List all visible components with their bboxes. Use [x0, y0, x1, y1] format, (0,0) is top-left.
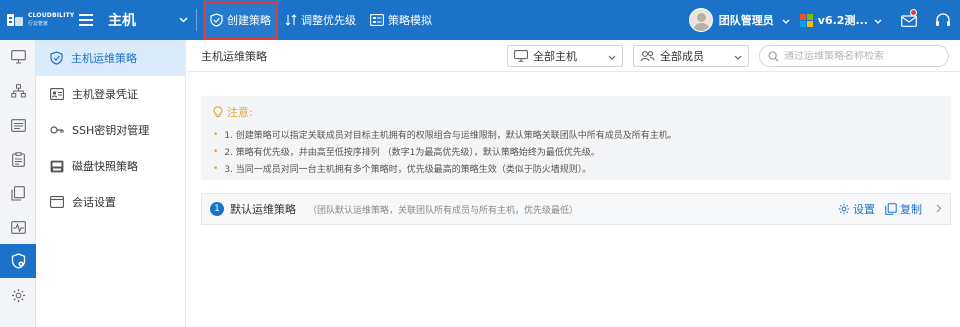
submenu-item-label: 主机运维策略	[71, 52, 137, 65]
policy-description: （团队默认运维策略，关联团队所有成员与所有主机，优先级最低）	[308, 205, 579, 216]
notice-line: • 2. 策略有优先级，并由高至低按序排列 （数字1为最高优先级），默认策略始终为…	[213, 146, 600, 159]
team-logo-icon	[799, 13, 813, 27]
chevron-down-icon	[608, 50, 616, 63]
submenu-item-label: 主机登录凭证	[72, 88, 138, 101]
module-title[interactable]: 主机	[100, 10, 170, 30]
member-filter-value: 全部成员	[660, 50, 704, 63]
policy-simulation-label: 策略模拟	[388, 14, 432, 27]
users-icon	[640, 51, 655, 62]
rail-item-clipboard[interactable]	[0, 142, 36, 176]
shield-plus-icon	[210, 13, 223, 27]
logo-text-en: CLOUDBILITY	[28, 12, 75, 19]
member-filter-select[interactable]: 全部成员	[633, 45, 749, 67]
unread-badge	[910, 9, 917, 16]
shield-check-icon	[50, 51, 63, 65]
notice-title: 注意:	[213, 104, 939, 120]
rail-item-copy[interactable]	[0, 176, 36, 210]
page-header: 主机运维策略 全部主机 全部成员	[187, 40, 960, 72]
host-filter-value: 全部主机	[533, 50, 577, 63]
messages-button[interactable]	[892, 0, 926, 40]
copy-icon	[885, 203, 897, 215]
logo-mark-icon	[6, 11, 24, 29]
toolbar-divider	[196, 9, 197, 31]
submenu-item-host-ops-policy[interactable]: 主机运维策略	[36, 40, 185, 76]
policy-simulation-button[interactable]: 策略模拟	[363, 0, 439, 40]
notice-line: • 3. 当同一成员对同一台主机拥有多个策略时，优先级最高的策略生效（类似于防火墙…	[213, 163, 592, 176]
notice-line-text: 2. 策略有优先级，并由高至低按序排列 （数字1为最高优先级），默认策略始终为最…	[224, 148, 600, 158]
submenu-item-label: 会话设置	[72, 196, 116, 209]
secondary-menu: 主机运维策略 主机登录凭证 SSH密钥对管理 磁盘快照策略 会话设置	[36, 40, 186, 327]
policy-name[interactable]: 默认运维策略	[230, 201, 296, 217]
main-content: 主机运维策略 全部主机 全部成员 注意: •1. 创建策略可以指定关联成员对目标…	[187, 40, 960, 327]
icon-rail	[0, 40, 36, 327]
rail-item-org-tree[interactable]	[0, 74, 36, 108]
policy-copy-button[interactable]: 复制	[885, 201, 922, 217]
host-filter-select[interactable]: 全部主机	[507, 45, 623, 67]
chevron-down-icon	[734, 50, 742, 63]
pulse-icon	[10, 220, 26, 234]
monitor-icon	[10, 50, 26, 64]
gear-icon	[838, 203, 850, 215]
support-button[interactable]	[926, 0, 960, 40]
search-icon	[768, 50, 779, 62]
simulation-panel-icon	[370, 14, 384, 26]
submenu-item-label: 磁盘快照策略	[72, 160, 138, 173]
notice-title-text: 注意:	[227, 106, 253, 119]
list-icon	[10, 118, 26, 132]
window-icon	[50, 196, 64, 208]
policy-search-box[interactable]	[759, 45, 949, 67]
copy-icon	[11, 185, 25, 201]
key-icon	[50, 126, 64, 134]
create-policy-label: 创建策略	[227, 14, 271, 27]
org-tree-icon	[10, 84, 26, 98]
top-bar: CLOUDBILITY 行云管家 主机 创建策略 调整优先级 策略模拟 团队管理…	[0, 0, 960, 40]
policy-copy-label: 复制	[900, 203, 922, 216]
submenu-item-ssh-keys[interactable]: SSH密钥对管理	[36, 112, 185, 148]
settings-icon	[11, 288, 25, 302]
policy-priority-badge: 1	[210, 202, 224, 216]
clipboard-icon	[11, 151, 25, 167]
headset-icon	[936, 12, 950, 26]
notice-line: • 1. 创建策略可以指定关联成员对目标主机拥有的权限组合与运维限制，默认策略关联…	[213, 129, 677, 142]
hamburger-icon	[79, 14, 93, 26]
rail-item-settings[interactable]	[0, 278, 36, 312]
menu-toggle-button[interactable]	[72, 0, 100, 40]
policy-search-input[interactable]	[784, 50, 944, 62]
policy-settings-label: 设置	[853, 203, 875, 216]
rail-item-monitor[interactable]	[0, 40, 36, 74]
adjust-priority-label: 调整优先级	[301, 14, 356, 27]
page-title: 主机运维策略	[201, 49, 267, 63]
disk-snapshot-icon	[50, 160, 64, 172]
rail-item-shield[interactable]	[0, 244, 36, 278]
cloudbility-logo[interactable]: CLOUDBILITY 行云管家	[0, 0, 75, 40]
lightbulb-icon	[213, 106, 223, 118]
user-name[interactable]: 团队管理员	[719, 12, 774, 28]
user-menu-chevron-icon[interactable]	[782, 14, 790, 27]
logo-text-cn: 行云管家	[28, 21, 49, 27]
rail-item-pulse[interactable]	[0, 210, 36, 244]
chevron-right-icon[interactable]	[936, 203, 942, 216]
team-menu-chevron-icon[interactable]	[874, 14, 882, 27]
policy-row[interactable]: 1 默认运维策略 （团队默认运维策略，关联团队所有成员与所有主机，优先级最低） …	[201, 193, 951, 225]
adjust-priority-button[interactable]: 调整优先级	[278, 0, 363, 40]
policy-settings-button[interactable]: 设置	[838, 201, 875, 217]
create-policy-button[interactable]: 创建策略	[203, 0, 278, 40]
credential-icon	[50, 88, 64, 100]
user-avatar[interactable]	[688, 8, 713, 32]
submenu-item-login-credential[interactable]: 主机登录凭证	[36, 76, 185, 112]
submenu-item-session-settings[interactable]: 会话设置	[36, 184, 185, 220]
monitor-icon	[514, 50, 528, 62]
shield-icon	[11, 253, 25, 269]
sort-arrows-icon	[285, 14, 297, 26]
submenu-item-disk-snapshot[interactable]: 磁盘快照策略	[36, 148, 185, 184]
notice-line-text: 1. 创建策略可以指定关联成员对目标主机拥有的权限组合与运维限制，默认策略关联团…	[224, 131, 677, 141]
rail-item-list[interactable]	[0, 108, 36, 142]
submenu-item-label: SSH密钥对管理	[72, 124, 150, 137]
team-version[interactable]: v6.2测...	[818, 12, 868, 28]
notice-line-text: 3. 当同一成员对同一台主机拥有多个策略时，优先级最高的策略生效（类似于防火墙规…	[224, 165, 592, 175]
notice-panel: 注意: • 1. 创建策略可以指定关联成员对目标主机拥有的权限组合与运维限制，默认…	[201, 96, 951, 180]
module-switch-chevron-icon[interactable]	[170, 17, 196, 23]
